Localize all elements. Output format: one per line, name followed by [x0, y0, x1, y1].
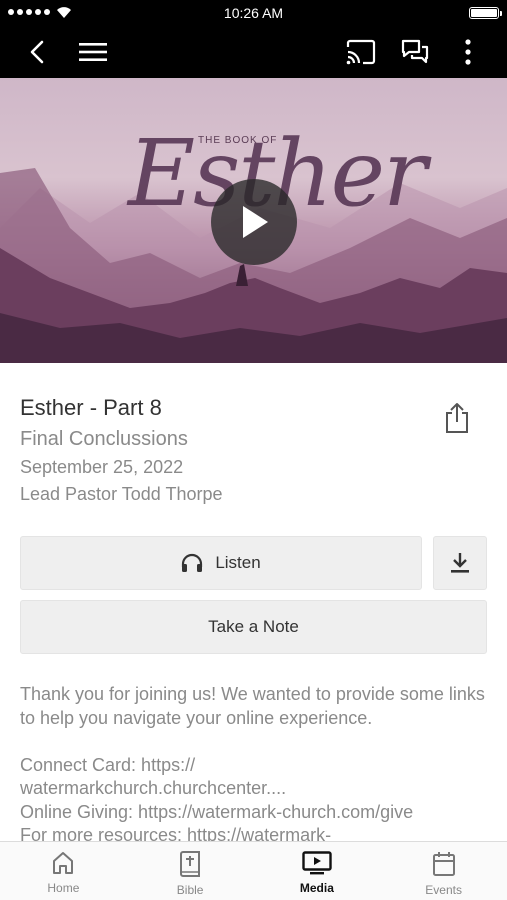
sermon-title: Esther - Part 8 [20, 395, 162, 420]
tab-home[interactable]: Home [0, 842, 127, 900]
nav-bar [0, 26, 507, 78]
battery-icon [469, 7, 502, 19]
sermon-info: Esther - Part 8 Final Conclussions Septe… [20, 394, 222, 508]
share-icon [446, 403, 468, 433]
hamburger-icon [79, 43, 107, 61]
description-line[interactable]: Online Giving: https://watermark-church.… [20, 801, 490, 825]
tab-events[interactable]: Events [380, 842, 507, 900]
chat-button[interactable] [397, 34, 433, 70]
description-line: Connect Card: https:// [20, 754, 196, 775]
take-note-button[interactable]: Take a Note [20, 600, 487, 654]
tab-bar: Home Bible Media Events [0, 841, 507, 900]
listen-label: Listen [215, 553, 261, 572]
take-note-label: Take a Note [208, 617, 299, 636]
sermon-artwork: THE BOOK OF Esther [0, 78, 507, 363]
description-intro: Thank you for joining us! We wanted to p… [20, 684, 485, 728]
cast-icon [346, 39, 376, 65]
sermon-date: September 25, 2022 [20, 457, 184, 477]
menu-button[interactable] [75, 34, 111, 70]
status-time: 10:26 AM [223, 5, 284, 21]
chat-icon [401, 39, 429, 64]
tab-label: Home [47, 881, 80, 895]
bible-icon [180, 851, 201, 877]
tab-label: Media [299, 881, 334, 895]
more-vertical-icon [465, 39, 471, 65]
play-icon [243, 206, 268, 238]
media-icon [302, 851, 332, 875]
sermon-subtitle: Final Conclussions [20, 428, 188, 450]
tab-label: Bible [176, 883, 204, 897]
description-line[interactable]: For more resources: https://watermark- [20, 824, 490, 841]
cast-button[interactable] [343, 34, 379, 70]
share-button[interactable] [438, 398, 476, 438]
download-button[interactable] [433, 536, 487, 590]
tab-label: Events [425, 883, 462, 897]
description-line[interactable]: watermarkchurch.churchcenter.... [20, 777, 490, 801]
chevron-left-icon [30, 40, 44, 64]
status-bar: 10:26 AM [0, 0, 507, 26]
sermon-speaker: Lead Pastor Todd Thorpe [20, 484, 223, 504]
calendar-icon [432, 852, 455, 876]
download-icon [451, 553, 469, 573]
listen-button[interactable]: Listen [20, 536, 422, 590]
play-button[interactable] [211, 179, 297, 265]
more-options-button[interactable] [450, 34, 486, 70]
sermon-description: Thank you for joining us! We wanted to p… [20, 683, 490, 841]
tab-bible[interactable]: Bible [127, 842, 254, 900]
headphones-icon [182, 553, 203, 572]
back-button[interactable] [20, 34, 56, 70]
home-icon [53, 852, 74, 874]
tab-media[interactable]: Media [254, 842, 381, 900]
